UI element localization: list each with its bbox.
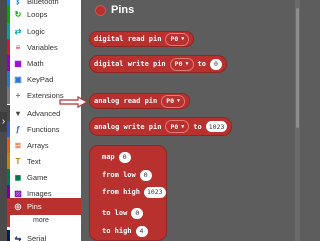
- sidebar-item-variables[interactable]: ≡ Variables: [7, 39, 81, 56]
- sidebar-item-label: Functions: [27, 125, 60, 134]
- loops-icon: ↻: [14, 10, 22, 19]
- sidebar-item-more[interactable]: more: [7, 213, 81, 227]
- category-color-bar: [7, 105, 10, 122]
- analog-write-pin-block[interactable]: analog write pin P0 ▼ to 1023: [89, 117, 233, 136]
- keypad-icon: ▣: [14, 75, 22, 84]
- category-color-bar: [7, 39, 10, 56]
- category-color-bar: [7, 153, 10, 170]
- value-input[interactable]: 0: [209, 58, 222, 70]
- category-title: Pins: [111, 4, 135, 16]
- category-color-bar: [7, 23, 10, 40]
- value-input[interactable]: 1023: [205, 121, 228, 132]
- workspace-scrollbar-thumb[interactable]: [296, 8, 299, 128]
- chevron-down-icon: ▼: [185, 61, 189, 67]
- advanced-icon: ▾: [15, 109, 20, 118]
- from-high-input[interactable]: 1023: [143, 186, 166, 198]
- sidebar-item-label: KeyPad: [27, 75, 54, 84]
- sidebar-item-label: Advanced: [27, 109, 61, 118]
- sidebar-item-label: Loops: [27, 10, 48, 19]
- pin-dropdown[interactable]: P0 ▼: [165, 120, 190, 133]
- sidebar-item-functions[interactable]: ƒ Functions: [7, 121, 81, 138]
- to-high-input[interactable]: 4: [135, 225, 148, 237]
- map-value-input[interactable]: 0: [118, 151, 131, 163]
- images-icon: ▨: [14, 189, 22, 198]
- category-color-bar: [7, 121, 10, 138]
- map-label: map: [102, 153, 115, 161]
- to-low-input[interactable]: 0: [131, 207, 144, 219]
- to-low-label: to low: [102, 209, 128, 217]
- sidebar-item-label: Pins: [27, 202, 42, 211]
- pins-icon: ◎: [14, 202, 22, 211]
- from-low-label: from low: [102, 171, 136, 179]
- block-label: analog read pin: [94, 97, 158, 105]
- extensions-icon: +: [15, 91, 21, 100]
- to-label: to: [197, 60, 206, 68]
- digital-read-pin-block[interactable]: digital read pin P0 ▼: [89, 31, 195, 47]
- to-high-label: to high: [102, 227, 132, 235]
- serial-icon: ⇋: [14, 234, 22, 241]
- sidebar-item-math[interactable]: ▦ Math: [7, 55, 81, 72]
- sidebar-item-game[interactable]: ◼ Game: [7, 169, 81, 186]
- chevron-down-icon: ▼: [181, 123, 185, 130]
- sidebar-item-label: Arrays: [27, 141, 49, 150]
- chevron-down-icon: ▼: [181, 36, 185, 42]
- pin-dropdown[interactable]: P0 ▼: [161, 94, 186, 108]
- category-color-bar: [7, 55, 10, 72]
- toolbox-sidebar: ᛒ Bluetooth ↻ Loops ⇄ Logic ≡ Variables ▦ Math ▣ Ke…: [7, 0, 81, 241]
- math-icon: ▦: [14, 59, 22, 68]
- block-label: analog write pin: [94, 122, 162, 131]
- sidebar-item-label: Logic: [27, 27, 45, 36]
- sidebar-item-arrays[interactable]: ≣ Arrays: [7, 137, 81, 154]
- category-color-bar: [7, 230, 10, 241]
- analog-read-pin-block[interactable]: analog read pin P0 ▼: [89, 93, 191, 109]
- sidebar-item-label: Text: [27, 157, 41, 166]
- sidebar-item-label: Math: [27, 59, 44, 68]
- from-low-input[interactable]: 0: [139, 169, 152, 181]
- pin-dropdown[interactable]: P0 ▼: [165, 32, 190, 46]
- block-label: digital write pin: [94, 60, 166, 68]
- sidebar-item-label: more: [33, 216, 49, 224]
- map-block[interactable]: map 0 from low 0 from high 1023 to low 0…: [89, 145, 167, 241]
- pins-category-icon: [95, 4, 106, 16]
- text-icon: T: [15, 157, 21, 166]
- collapse-toolbox-icon[interactable]: ›: [0, 112, 7, 132]
- functions-icon: ƒ: [15, 125, 21, 134]
- sidebar-item-keypad[interactable]: ▣ KeyPad: [7, 71, 81, 88]
- category-color-bar: [7, 6, 10, 23]
- variables-icon: ≡: [15, 43, 21, 52]
- sidebar-item-label: Images: [27, 189, 52, 198]
- sidebar-item-text[interactable]: T Text: [7, 153, 81, 170]
- category-color-bar: [7, 87, 10, 104]
- sidebar-item-logic[interactable]: ⇄ Logic: [7, 23, 81, 40]
- pointer-arrow-icon: [59, 96, 89, 108]
- chevron-down-icon: ▼: [177, 98, 181, 104]
- category-color-bar: [7, 137, 10, 154]
- sidebar-item-loops[interactable]: ↻ Loops: [7, 6, 81, 23]
- sidebar-item-label: Game: [27, 173, 48, 182]
- sidebar-item-label: Variables: [27, 43, 58, 52]
- category-color-bar: [7, 71, 10, 88]
- to-label: to: [193, 122, 202, 131]
- sidebar-item-serial[interactable]: ⇋ Serial: [7, 230, 81, 241]
- block-label: digital read pin: [94, 35, 162, 43]
- from-high-label: from high: [102, 188, 140, 196]
- sidebar-item-label: Serial: [27, 234, 47, 241]
- logic-icon: ⇄: [14, 27, 22, 36]
- category-color-bar: [7, 213, 10, 227]
- more-icon: [19, 215, 29, 225]
- digital-write-pin-block[interactable]: digital write pin P0 ▼ to 0: [89, 55, 227, 73]
- pin-dropdown[interactable]: P0 ▼: [169, 57, 194, 71]
- category-color-bar: [7, 169, 10, 186]
- category-header: Pins: [95, 4, 134, 16]
- game-icon: ◼: [14, 173, 22, 182]
- arrays-icon: ≣: [14, 141, 22, 150]
